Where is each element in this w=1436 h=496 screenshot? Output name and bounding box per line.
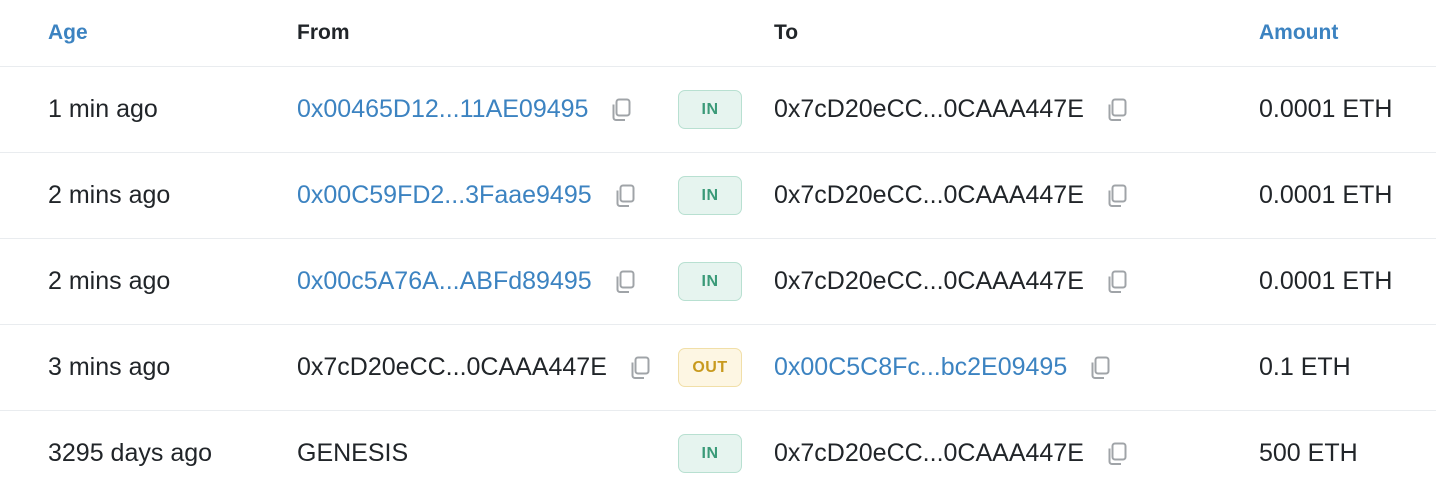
to-address-link[interactable]: 0x00C5C8Fc...bc2E09495	[774, 353, 1067, 382]
copy-icon[interactable]	[629, 356, 651, 380]
from-address: 0x7cD20eCC...0CAAA447E	[297, 353, 607, 381]
table-row: 3295 days ago GENESIS IN 0x7cD20eCC...0C…	[0, 411, 1436, 496]
amount-cell: 0.0001 ETH	[1259, 181, 1393, 209]
from-genesis: GENESIS	[297, 439, 409, 467]
to-address: 0x7cD20eCC...0CAAA447E	[774, 267, 1084, 295]
direction-cell: IN	[678, 239, 742, 324]
amount-cell: 0.0001 ETH	[1259, 267, 1393, 295]
table-header: Age From To Amount	[0, 0, 1436, 67]
from-address-link[interactable]: 0x00465D12...11AE09495	[297, 95, 588, 124]
from-cell: 0x00C59FD2...3Faae9495	[297, 153, 636, 238]
column-header-from: From	[297, 21, 350, 44]
direction-badge-out: OUT	[678, 348, 742, 387]
to-cell: 0x7cD20eCC...0CAAA447E	[774, 67, 1128, 152]
copy-icon[interactable]	[614, 270, 636, 294]
direction-cell: IN	[678, 411, 742, 496]
copy-icon[interactable]	[1089, 356, 1111, 380]
copy-icon[interactable]	[1106, 98, 1128, 122]
to-cell: 0x7cD20eCC...0CAAA447E	[774, 411, 1128, 496]
copy-icon[interactable]	[1106, 184, 1128, 208]
to-address: 0x7cD20eCC...0CAAA447E	[774, 181, 1084, 209]
from-address-link[interactable]: 0x00C59FD2...3Faae9495	[297, 181, 592, 210]
direction-cell: OUT	[678, 325, 742, 410]
copy-icon[interactable]	[614, 184, 636, 208]
direction-badge-in: IN	[678, 434, 742, 473]
to-cell: 0x7cD20eCC...0CAAA447E	[774, 239, 1128, 324]
to-cell: 0x00C5C8Fc...bc2E09495	[774, 325, 1111, 410]
age-cell: 3295 days ago	[48, 439, 213, 467]
table-row: 2 mins ago 0x00c5A76A...ABFd89495 IN 0x7…	[0, 239, 1436, 325]
age-cell: 3 mins ago	[48, 353, 171, 381]
copy-icon[interactable]	[1106, 270, 1128, 294]
age-cell: 2 mins ago	[48, 267, 171, 295]
from-cell: 0x00c5A76A...ABFd89495	[297, 239, 636, 324]
table-row: 2 mins ago 0x00C59FD2...3Faae9495 IN 0x7…	[0, 153, 1436, 239]
column-header-amount[interactable]: Amount	[1259, 0, 1338, 66]
to-cell: 0x7cD20eCC...0CAAA447E	[774, 153, 1128, 238]
transactions-table: Age From To Amount 1 min ago 0x00465D12.…	[0, 0, 1436, 496]
age-cell: 2 mins ago	[48, 181, 171, 209]
direction-cell: IN	[678, 67, 742, 152]
amount-cell: 500 ETH	[1259, 439, 1358, 467]
table-row: 1 min ago 0x00465D12...11AE09495 IN 0x7c…	[0, 67, 1436, 153]
column-header-age[interactable]: Age	[48, 0, 88, 66]
direction-cell: IN	[678, 153, 742, 238]
amount-cell: 0.1 ETH	[1259, 353, 1351, 381]
amount-cell: 0.0001 ETH	[1259, 95, 1393, 123]
from-cell: 0x7cD20eCC...0CAAA447E	[297, 325, 651, 410]
to-address: 0x7cD20eCC...0CAAA447E	[774, 95, 1084, 123]
from-cell: GENESIS	[297, 411, 408, 496]
from-cell: 0x00465D12...11AE09495	[297, 67, 632, 152]
copy-icon[interactable]	[1106, 442, 1128, 466]
column-header-to: To	[774, 21, 799, 44]
age-cell: 1 min ago	[48, 95, 158, 123]
table-row: 3 mins ago 0x7cD20eCC...0CAAA447E OUT 0x…	[0, 325, 1436, 411]
direction-badge-in: IN	[678, 90, 742, 129]
direction-badge-in: IN	[678, 176, 742, 215]
direction-badge-in: IN	[678, 262, 742, 301]
from-address-link[interactable]: 0x00c5A76A...ABFd89495	[297, 267, 592, 296]
copy-icon[interactable]	[610, 98, 632, 122]
to-address: 0x7cD20eCC...0CAAA447E	[774, 439, 1084, 467]
